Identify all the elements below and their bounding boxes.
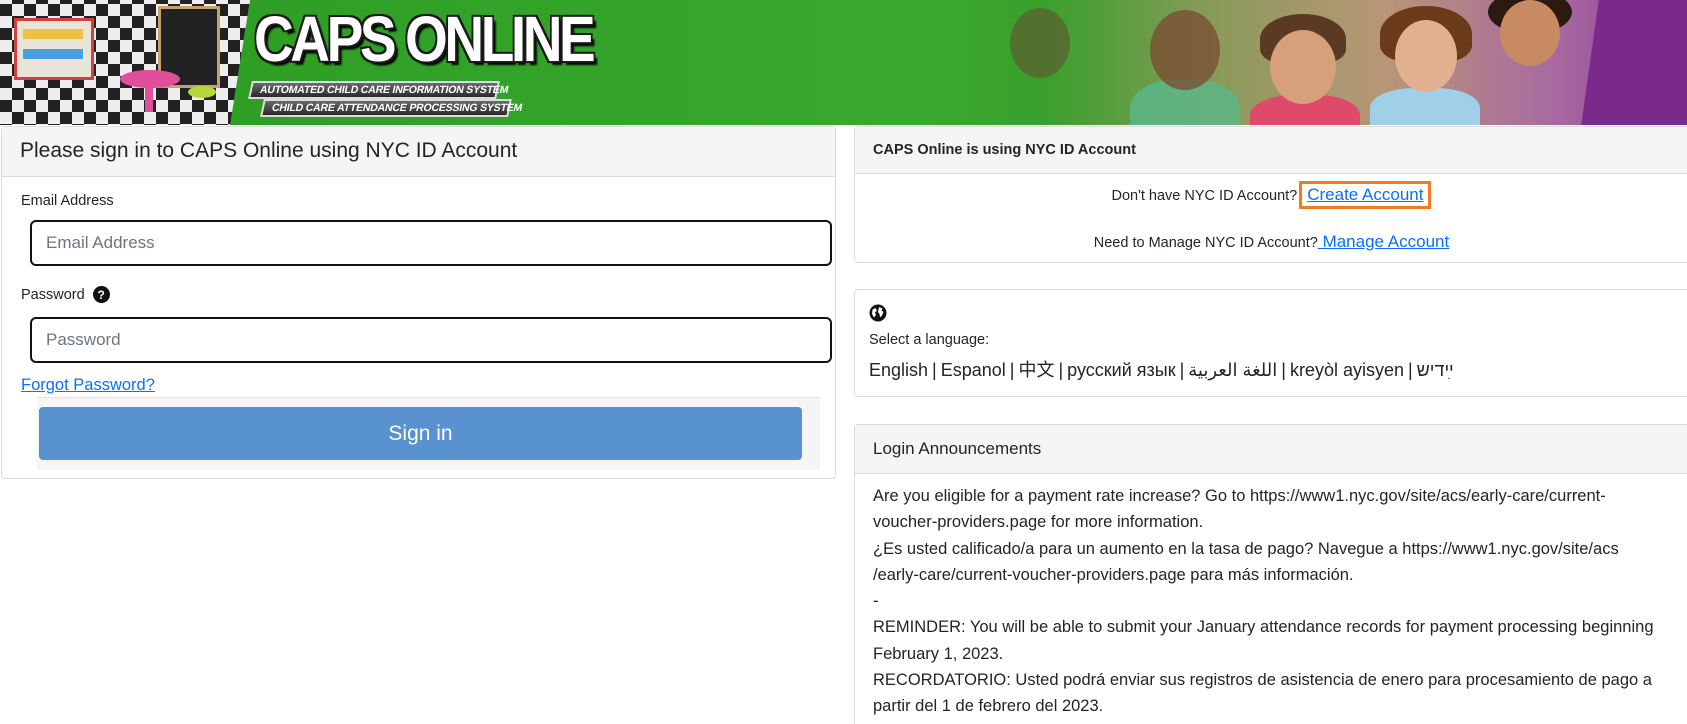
email-input[interactable]: [30, 220, 832, 266]
announcement-line: RECORDATORIO: Usted podrá enviar sus reg…: [873, 671, 1652, 716]
language-list: English | Espanol | 中文 | русский язык | اللغة ال…: [869, 356, 1454, 382]
language-option-chinese[interactable]: 中文: [1018, 360, 1054, 380]
classroom-image: [0, 0, 250, 125]
language-separator: |: [1009, 360, 1015, 380]
classroom-table-image: [120, 70, 180, 112]
globe-icon: [869, 304, 887, 322]
logo-title: CAPS ONLINE: [254, 3, 596, 75]
login-card: Please sign in to CAPS Online using NYC …: [1, 126, 836, 479]
nyc-id-header: CAPS Online is using NYC ID Account: [855, 127, 1687, 174]
language-separator: |: [1058, 360, 1064, 380]
language-option-english[interactable]: English: [869, 360, 928, 380]
children-photo: [940, 0, 1687, 125]
sign-in-button[interactable]: Sign in: [39, 407, 802, 460]
classroom-shelf-image: [14, 18, 94, 80]
login-header: Please sign in to CAPS Online using NYC …: [2, 127, 835, 177]
create-account-prompt: Don't have NYC ID Account?: [1111, 188, 1298, 204]
language-separator: |: [1281, 360, 1286, 380]
sign-in-footer: Sign in: [37, 397, 820, 470]
logo-subtitle-1: AUTOMATED CHILD CARE INFORMATION SYSTEM: [248, 81, 510, 99]
password-label: Password: [21, 286, 85, 303]
language-card: Select a language: English | Espanol | 中文 | ру…: [854, 289, 1687, 397]
manage-account-prompt: Need to Manage NYC ID Account?: [1093, 235, 1318, 251]
language-option-yiddish[interactable]: ײִדיש: [1417, 360, 1454, 380]
forgot-password-link[interactable]: Forgot Password?: [21, 376, 155, 395]
language-label: Select a language:: [869, 332, 990, 348]
create-account-link[interactable]: Create Account: [1307, 185, 1423, 204]
announcements-header: Login Announcements: [855, 425, 1687, 474]
announcement-line: REMINDER: You will be able to submit you…: [873, 618, 1654, 663]
language-separator: |: [1179, 360, 1185, 380]
language-option-haitian-creole[interactable]: kreyòl ayisyen: [1290, 360, 1404, 380]
announcements-body: Are you eligible for a payment rate incr…: [855, 474, 1683, 724]
classroom-stool-image: [188, 86, 216, 98]
password-label-row: Password ?: [21, 286, 110, 303]
password-input[interactable]: [30, 317, 832, 363]
logo-subtitle-2: CHILD CARE ATTENDANCE PROCESSING SYSTEM: [260, 99, 523, 117]
manage-account-row: Need to Manage NYC ID Account? Manage Ac…: [855, 232, 1687, 252]
caps-online-logo: CAPS ONLINE AUTOMATED CHILD CARE INFORMA…: [240, 3, 596, 120]
language-option-espanol[interactable]: Espanol: [941, 360, 1006, 380]
email-label: Email Address: [21, 193, 114, 209]
language-option-arabic[interactable]: اللغة العربية: [1188, 360, 1277, 380]
announcement-line: ¿Es usted calificado/a para un aumento e…: [873, 539, 1619, 584]
create-account-row: Don't have NYC ID Account? Create Account: [855, 181, 1687, 209]
login-announcements-card: Login Announcements Are you eligible for…: [854, 424, 1687, 724]
language-separator: |: [1407, 360, 1413, 380]
question-circle-icon[interactable]: ?: [92, 286, 110, 303]
announcement-line: -: [873, 592, 879, 611]
language-option-russian[interactable]: русский язык: [1067, 360, 1175, 380]
language-separator: |: [932, 360, 937, 380]
create-account-highlight: Create Account: [1299, 181, 1432, 209]
manage-account-link[interactable]: Manage Account: [1318, 232, 1450, 251]
announcement-line: Are you eligible for a payment rate incr…: [873, 487, 1606, 532]
header-banner: CAPS ONLINE AUTOMATED CHILD CARE INFORMA…: [0, 0, 1687, 125]
nyc-id-card: CAPS Online is using NYC ID Account Don'…: [854, 126, 1687, 263]
